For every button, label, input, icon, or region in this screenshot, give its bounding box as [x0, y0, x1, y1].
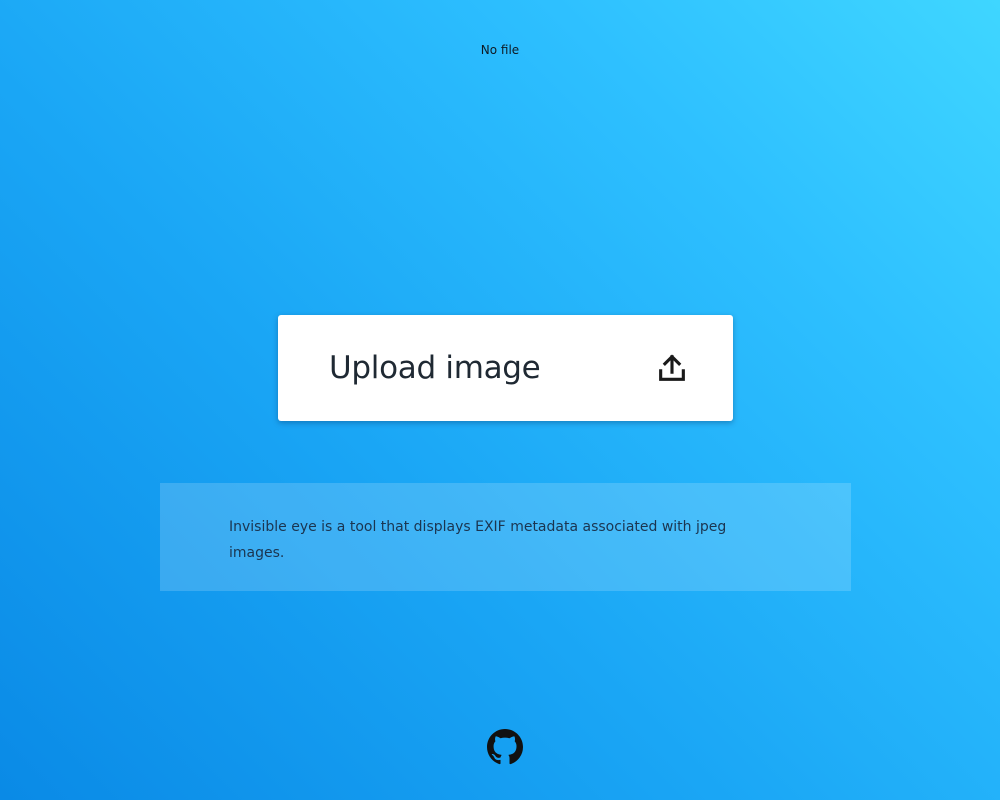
github-icon — [487, 729, 523, 765]
github-link[interactable] — [487, 729, 523, 765]
info-panel: Invisible eye is a tool that displays EX… — [160, 483, 851, 591]
upload-image-button[interactable]: Upload image — [278, 315, 733, 421]
upload-button-label: Upload image — [329, 350, 541, 386]
info-description: Invisible eye is a tool that displays EX… — [229, 519, 727, 561]
file-status-text: No file — [480, 43, 520, 57]
upload-icon — [655, 351, 689, 385]
